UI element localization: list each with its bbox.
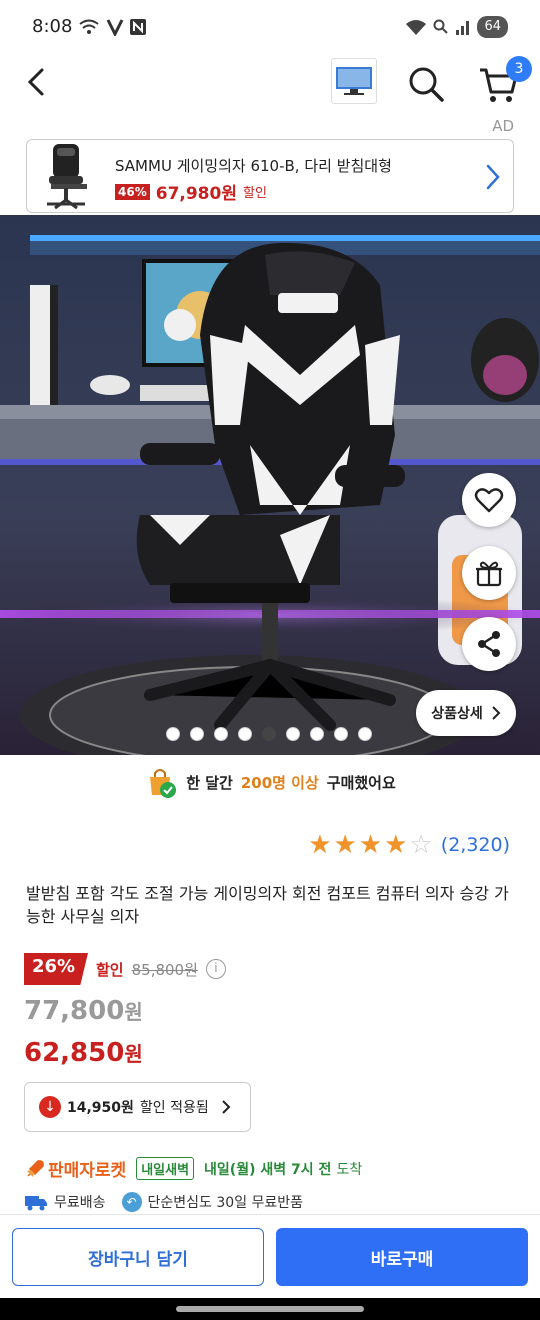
original-price: 85,800원 [131,960,198,979]
product-rating[interactable]: ★ ★ ★ ★ ☆ (2,320) [308,832,510,858]
star-filled-icon: ★ [308,830,332,860]
ad-discount-label: 할인 [242,186,267,201]
app-bar: 3 [0,56,540,112]
return-policy-text: 단순변심도 30일 무료반품 [147,1195,304,1211]
ad-banner[interactable]: SAMMU 게이밍의자 610-B, 다리 받침대형 46% 67,980원 할… [26,139,514,213]
search-icon [409,67,444,102]
add-to-cart-button[interactable]: 장바구니 담기 [12,1228,264,1286]
arrow-down-icon: ↓ [39,1096,61,1118]
final-price-unit: 원 [124,1042,143,1066]
status-time: 8:08 [32,16,73,37]
chevron-left-icon [27,68,44,96]
info-icon[interactable]: i [205,959,226,979]
star-filled-icon: ★ [333,830,357,860]
gallery-dot[interactable] [238,727,252,741]
ad-title: SAMMU 게이밍의자 610-B, 다리 받침대형 [115,157,392,175]
delivery-info: 판매자로켓 내일새벽 내일(월) 새벽 7시 전 도착 [24,1156,362,1181]
battery-icon: 64 [477,16,508,38]
truck-icon [25,1196,47,1211]
status-bar: 8:08 64 [0,0,540,56]
free-shipping-text: 무료배송 [54,1195,106,1211]
gallery-dot[interactable] [166,727,180,741]
review-count-link[interactable]: (2,320) [441,834,510,856]
coupon-applied-button[interactable]: ↓ 14,950원 할인 적용됨 [24,1082,251,1132]
discount-row: 26% 할인 85,800원 i [24,953,226,985]
share-icon [478,631,500,657]
rocket-brand: 판매자로켓 [48,1161,127,1181]
wishlist-button[interactable] [462,473,516,527]
gallery-dot[interactable] [334,727,348,741]
arrival-time: 내일(월) 새벽 7시 전 [204,1161,332,1178]
product-detail-label: 상품상세 [431,706,483,722]
final-price: 62,850원 [24,1038,143,1068]
cart-button[interactable]: 3 [476,56,532,106]
discount-percent-badge: 26% [24,953,88,985]
gallery-dot[interactable] [286,727,300,741]
heart-icon [474,488,504,513]
home-indicator[interactable] [176,1306,364,1312]
n-app-icon [130,19,146,35]
buyers-prefix: 한 달간 [186,773,233,792]
final-price-value: 62,850 [24,1038,125,1068]
sale-price-value: 77,800 [24,996,125,1026]
buyers-suffix: 구매했어요 [326,773,396,792]
coupon-amount: 14,950원 [67,1100,134,1116]
gift-icon [476,561,502,587]
product-title: 발받침 포함 각도 조절 가능 게이밍의자 회전 컴포트 컴퓨터 의자 승강 가… [26,884,509,926]
signal-icon [456,21,470,35]
rocket-icon [27,1159,44,1177]
system-nav-bar [0,1298,540,1320]
product-hero-image [0,215,540,755]
star-empty-icon: ☆ [409,830,433,860]
shopping-bag-check-icon [150,769,177,798]
ad-label: AD [492,117,514,135]
share-button[interactable] [462,617,516,671]
chevron-right-icon [492,706,501,720]
product-image-gallery[interactable]: 상품상세 [0,215,540,755]
wifi-calling-icon [79,19,99,34]
chevron-right-icon [486,164,500,190]
star-rating: ★ ★ ★ ★ ☆ [308,832,433,858]
gift-button[interactable] [462,546,516,600]
arrival-suffix: 도착 [336,1161,363,1178]
ad-discount-badge: 46% [115,183,150,200]
dawn-delivery-badge: 내일새벽 [136,1157,195,1180]
gallery-dot[interactable] [310,727,324,741]
monitor-icon [336,67,372,95]
gallery-dot[interactable] [358,727,372,741]
monitor-thumbnail-button[interactable] [331,58,377,104]
shipping-info: 무료배송 ↶ 단순변심도 30일 무료반품 [24,1192,303,1212]
gallery-dot[interactable] [214,727,228,741]
chevron-right-icon [222,1100,231,1114]
gaming-chair-thumbnail [47,144,87,210]
gallery-pagination [166,727,372,741]
buyers-highlight: 200명 이상 [240,773,319,792]
bottom-action-bar: 장바구니 담기 바로구매 [0,1214,540,1298]
coupon-text: 할인 적용됨 [139,1100,209,1116]
star-filled-icon: ★ [358,830,383,860]
search-status-icon [433,19,449,34]
buy-now-button[interactable]: 바로구매 [276,1228,528,1286]
sale-price: 77,800원 [24,996,143,1026]
back-button[interactable] [18,62,58,102]
product-detail-button[interactable]: 상품상세 [416,690,516,736]
ad-price: 67,980원 [155,184,237,204]
search-button[interactable] [404,62,448,106]
star-filled-icon: ★ [384,830,408,860]
discount-label: 할인 [96,960,124,979]
wifi-icon [406,20,427,35]
gallery-dot[interactable] [190,727,204,741]
sale-price-unit: 원 [124,1000,143,1024]
return-icon: ↶ [121,1192,142,1212]
v-app-icon [106,19,124,36]
gallery-dot[interactable] [262,727,276,741]
purchase-count-banner: 한 달간 200명 이상 구매했어요 [0,762,540,802]
cart-count-badge: 3 [506,56,532,82]
